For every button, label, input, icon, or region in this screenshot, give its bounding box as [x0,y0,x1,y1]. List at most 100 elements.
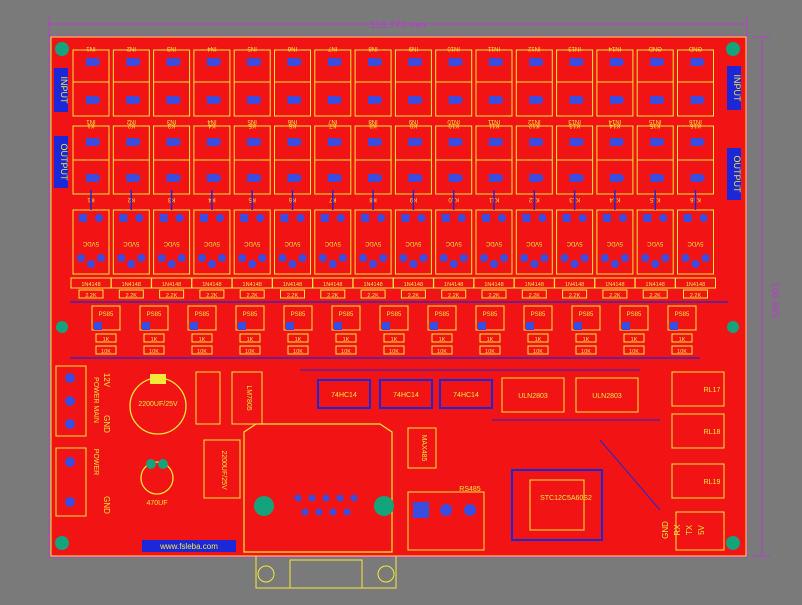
resistor-1k-label: 1K [103,337,110,343]
resistor-10k-label: 10K [485,349,495,355]
relay-label: 5VDC [606,240,623,246]
svg-text:POWER: POWER [92,449,99,475]
relay-label: 5VDC [82,240,99,246]
output-label-top: K1 [87,122,95,128]
svg-text:INPUT: INPUT [59,77,69,105]
relay-label: 5VDC [445,240,462,246]
resistor-2k2-label: 2.2K [690,293,702,299]
svg-text:OUTPUT: OUTPUT [732,156,742,194]
svg-text:74HC14: 74HC14 [393,392,419,399]
resistor-10k-label: 10K [677,349,687,355]
output-label-top: K11 [488,122,499,128]
svg-text:LM7805: LM7805 [245,385,252,410]
input-label-top: IN10 [447,45,460,51]
input-label-top: IN9 [408,45,418,51]
diode-label: 1N4148 [565,282,584,288]
diode-label: 1N4148 [605,282,624,288]
diode-label: 1N4148 [202,282,221,288]
resistor-10k-label: 10K [293,349,303,355]
output-label-top: K14 [609,122,620,128]
diode-label: 1N4148 [243,282,262,288]
svg-text:5V: 5V [697,524,706,534]
pcb-layout-diagram: 151.770 mm 106.995 IN1IN1IN2IN2IN3IN3IN4… [48,16,780,589]
output-label-right: OUTPUT [727,148,742,200]
relay-label: 5VDC [405,240,422,246]
output-label-top: K13 [569,122,580,128]
input-label-top: GND [648,45,662,51]
output-label-top: K9 [409,122,417,128]
svg-text:RX: RX [673,524,682,536]
output-label-top: K10 [448,122,459,128]
resistor-2k2-label: 2.2K [247,293,259,299]
svg-text:POWER MAIN: POWER MAIN [92,377,99,423]
relay-label: 5VDC [364,240,381,246]
diode-label: 1N4148 [363,282,382,288]
resistor-1k-label: 1K [247,337,254,343]
resistor-1k-label: 1K [535,337,542,343]
ic-74hc14-1: 74HC14 [317,379,371,409]
resistor-10k-label: 10K [245,349,255,355]
output-label-top: K16 [690,122,701,128]
resistor-2k2-label: 2.2K [448,293,460,299]
svg-text:GND: GND [102,415,111,433]
resistor-2k2-label: 2.2K [609,293,621,299]
resistor-10k-label: 10K [101,349,111,355]
optocoupler-label: PS85 [579,312,594,318]
diode-label: 1N4148 [525,282,544,288]
ic-74hc14-2: 74HC14 [379,379,433,409]
input-label-top: IN11 [487,45,500,51]
resistor-10k-label: 10K [581,349,591,355]
resistor-1k-label: 1K [583,337,590,343]
diode-label: 1N4148 [646,282,665,288]
svg-text:TX: TX [685,524,694,535]
svg-text:STC12C5A60S2: STC12C5A60S2 [540,495,592,502]
resistor-1k-label: 1K [343,337,350,343]
resistor-10k-label: 10K [389,349,399,355]
diode-label: 1N4148 [323,282,342,288]
ic-uln2803-1: ULN2803 [501,377,565,413]
resistor-1k-label: 1K [391,337,398,343]
svg-text:MAX485: MAX485 [420,435,427,462]
mcu-stc12c5a60s2: STC12C5A60S2 [511,469,603,541]
input-label-top: IN4 [207,45,217,51]
optocoupler-label: PS85 [243,312,258,318]
relay-label: 5VDC [526,240,543,246]
resistor-2k2-label: 2.2K [408,293,420,299]
relay-label: 5VDC [163,240,180,246]
svg-text:GND: GND [102,496,111,514]
svg-text:GND: GND [661,521,670,539]
relay-label: 5VDC [203,240,220,246]
relay-label: 5VDC [566,240,583,246]
optocoupler-label: PS85 [483,312,498,318]
resistor-1k-label: 1K [295,337,302,343]
input-label-top: IN6 [287,45,297,51]
resistor-2k2-label: 2.2K [650,293,662,299]
diode-label: 1N4148 [444,282,463,288]
input-label-top: IN12 [527,45,540,51]
output-label-top: K12 [528,122,539,128]
svg-text:2200UF/25V: 2200UF/25V [138,401,178,408]
svg-text:OUTPUT: OUTPUT [59,144,69,182]
input-label-top: IN8 [368,45,378,51]
resistor-2k2-label: 2.2K [287,293,299,299]
input-label-top: IN13 [568,45,581,51]
svg-text:12V: 12V [102,373,111,388]
website-label: www.fsleba.com [142,540,236,552]
relay-label: 5VDC [284,240,301,246]
resistor-2k2-label: 2.2K [569,293,581,299]
resistor-10k-label: 10K [149,349,159,355]
diode-label: 1N4148 [122,282,141,288]
resistor-1k-label: 1K [439,337,446,343]
input-label-top: GND [688,45,702,51]
output-label-top: K7 [328,122,336,128]
diode-label: 1N4148 [283,282,302,288]
optocoupler-label: PS85 [291,312,306,318]
resistor-1k-label: 1K [151,337,158,343]
optocoupler-label: PS85 [675,312,690,318]
svg-text:RL17: RL17 [704,387,721,394]
svg-text:RL18: RL18 [704,429,721,436]
relay-label: 5VDC [324,240,341,246]
diode-label: 1N4148 [686,282,705,288]
optocoupler-label: PS85 [531,312,546,318]
optocoupler-label: PS85 [195,312,210,318]
